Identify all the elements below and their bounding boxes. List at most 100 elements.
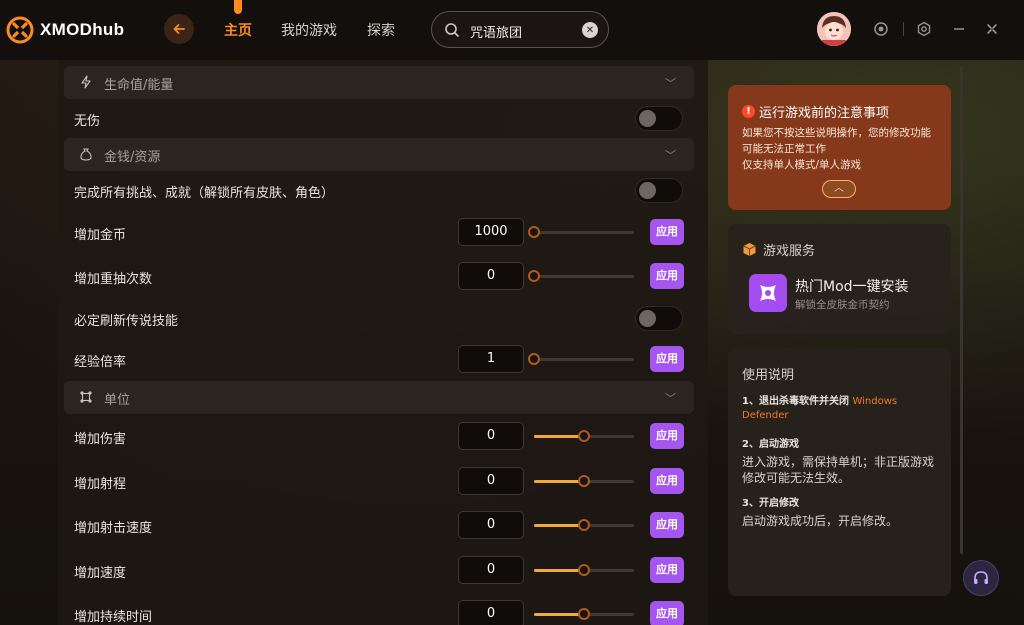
search-box[interactable]: 咒语旅团 ✕ [431, 11, 609, 48]
option-label: 增加持续时间 [74, 610, 153, 625]
close-icon[interactable] [983, 20, 1001, 38]
apply-button[interactable]: 应用 [650, 557, 684, 583]
notification-icon[interactable] [872, 20, 890, 38]
duration-slider[interactable] [534, 608, 634, 620]
apply-button[interactable]: 应用 [650, 263, 684, 289]
firerate-value-input[interactable]: 0 [458, 511, 524, 539]
option-row: 增加射击速度 0 应用 [58, 505, 708, 545]
apply-button[interactable]: 应用 [650, 601, 684, 625]
section-title: 生命值/能量 [104, 78, 174, 93]
option-label: 无伤 [74, 114, 101, 129]
range-slider[interactable] [534, 475, 634, 487]
damage-value-input[interactable]: 0 [458, 422, 524, 450]
avatar-image [817, 12, 851, 46]
logo-text: XMODhub [40, 20, 125, 39]
app-logo[interactable]: XMODhub [6, 16, 124, 44]
exp-rate-slider[interactable] [528, 353, 634, 365]
mod-install-subtitle: 解锁全皮肤金币契约 [795, 299, 890, 311]
complete-all-toggle[interactable] [635, 178, 683, 203]
option-row: 增加持续时间 0 应用 [58, 594, 708, 625]
duration-value-input[interactable]: 0 [458, 600, 524, 625]
notice-line: 如果您不按这些说明操作，您的修改功能 [742, 127, 931, 139]
chevron-down-icon: ﹀ [665, 77, 676, 90]
option-label: 增加射程 [74, 477, 127, 492]
scrollbar[interactable] [960, 66, 963, 554]
support-button[interactable] [963, 560, 999, 596]
firerate-slider[interactable] [534, 519, 634, 531]
reroll-value-input[interactable]: 0 [458, 262, 524, 290]
speed-value-input[interactable]: 0 [458, 556, 524, 584]
mod-install-icon[interactable] [749, 274, 787, 312]
guide-step-3: 3、开启修改 启动游戏成功后，开启修改。 [742, 497, 942, 529]
option-label: 经验倍率 [74, 355, 127, 370]
option-label: 增加重抽次数 [74, 272, 153, 287]
step-body: 启动游戏成功后，开启修改。 [742, 514, 899, 528]
apply-button[interactable]: 应用 [650, 423, 684, 449]
section-title: 单位 [104, 393, 131, 408]
notice-header: ! 运行游戏前的注意事项 [742, 102, 889, 121]
nav-home[interactable]: 主页 [224, 20, 252, 40]
option-label: 增加速度 [74, 566, 127, 581]
option-row: 必定刷新传说技能 [58, 298, 708, 338]
minimize-icon[interactable] [950, 20, 968, 38]
chevron-down-icon: ﹀ [665, 392, 676, 405]
option-label: 必定刷新传说技能 [74, 314, 179, 329]
top-bar: XMODhub 主页 我的游戏 探索 咒语旅团 ✕ [0, 0, 1024, 60]
option-row: 增加重抽次数 0 应用 [58, 256, 708, 296]
clear-search-icon[interactable]: ✕ [582, 22, 598, 38]
guide-title: 使用说明 [742, 368, 795, 383]
speed-slider[interactable] [534, 564, 634, 576]
step-highlight: Defender [742, 410, 789, 421]
mod-options-panel: 生命值/能量 ﹀ 无伤 金钱/资源 ﹀ 完成所有挑战、成就（解锁所有皮肤、角色）… [58, 60, 708, 625]
nav-my-games[interactable]: 我的游戏 [281, 20, 337, 40]
exp-rate-input[interactable]: 1 [458, 345, 524, 373]
option-row: 完成所有挑战、成就（解锁所有皮肤、角色） [58, 170, 708, 210]
step-title: 2、启动游戏 [742, 439, 799, 450]
search-input[interactable]: 咒语旅团 [470, 22, 522, 41]
option-label: 增加射击速度 [74, 521, 153, 536]
apply-button[interactable]: 应用 [650, 468, 684, 494]
lightning-icon [78, 74, 94, 90]
notice-body: 如果您不按这些说明操作，您的修改功能 可能无法正常工作 仅支持单人模式/单人游戏 [742, 125, 942, 173]
option-label: 增加金币 [74, 228, 127, 243]
option-label: 完成所有挑战、成就（解锁所有皮肤、角色） [74, 186, 335, 201]
step-title: 1、退出杀毒软件并关闭 [742, 396, 849, 407]
headset-icon [974, 571, 988, 584]
section-header-energy[interactable]: 生命值/能量 ﹀ [64, 66, 694, 99]
collapse-button[interactable]: ︿ [822, 180, 856, 198]
arrow-left-icon [173, 24, 185, 34]
range-value-input[interactable]: 0 [458, 467, 524, 495]
apply-button[interactable]: 应用 [650, 219, 684, 245]
nav-explore[interactable]: 探索 [367, 20, 395, 40]
usage-guide-card: 使用说明 1、退出杀毒软件并关闭 Windows Defender 2、启动游戏… [728, 348, 951, 596]
mod-install-title[interactable]: 热门Mod一键安装 [795, 276, 909, 296]
chevron-up-icon: ︿ [834, 183, 844, 194]
section-header-unit[interactable]: 单位 ﹀ [64, 381, 694, 414]
warning-icon: ! [742, 105, 755, 118]
option-row: 增加速度 0 应用 [58, 550, 708, 590]
notice-card: ! 运行游戏前的注意事项 如果您不按这些说明操作，您的修改功能 可能无法正常工作… [728, 85, 951, 210]
step-highlight: Windows [852, 396, 898, 407]
logo-icon [6, 16, 34, 44]
gold-value-input[interactable]: 1000 [458, 218, 524, 246]
legendary-toggle[interactable] [635, 306, 683, 331]
unit-icon [78, 389, 94, 405]
box-icon [743, 243, 756, 256]
money-bag-icon [78, 146, 94, 162]
damage-slider[interactable] [534, 430, 634, 442]
back-button[interactable] [164, 14, 194, 44]
invincible-toggle[interactable] [635, 106, 683, 131]
apply-button[interactable]: 应用 [650, 512, 684, 538]
section-title: 金钱/资源 [104, 150, 161, 165]
apply-button[interactable]: 应用 [650, 346, 684, 372]
gold-slider[interactable] [528, 226, 634, 238]
option-row: 增加金币 1000 应用 [58, 212, 708, 252]
section-header-money[interactable]: 金钱/资源 ﹀ [64, 138, 694, 171]
settings-icon[interactable] [915, 20, 933, 38]
option-row: 经验倍率 1 应用 [58, 339, 708, 379]
reroll-slider[interactable] [528, 270, 634, 282]
avatar[interactable] [817, 12, 851, 46]
nav-active-indicator [234, 0, 242, 14]
option-label: 增加伤害 [74, 432, 127, 447]
notice-title: 运行游戏前的注意事项 [759, 106, 890, 121]
